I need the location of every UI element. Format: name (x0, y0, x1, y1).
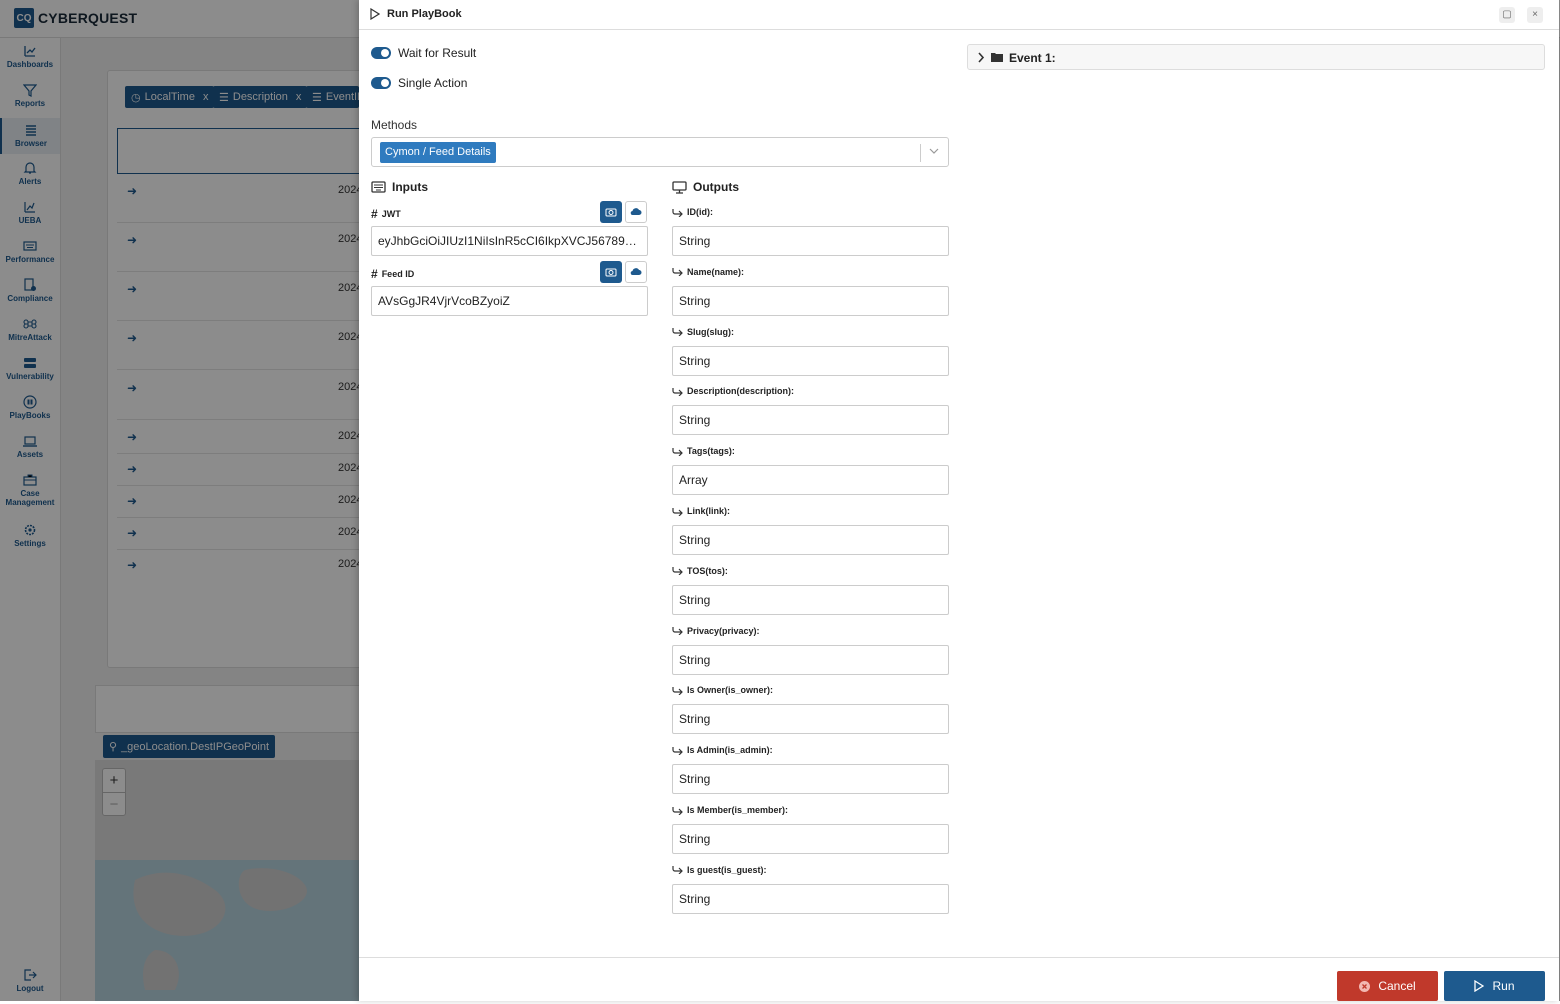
output-field[interactable]: String (672, 345, 949, 376)
capture-button[interactable] (600, 201, 622, 223)
feed-id-input[interactable]: AVsGgJR4VjrVcoBZyoiZ (371, 286, 648, 316)
run-label: Run (1492, 979, 1515, 993)
folder-icon (991, 53, 1003, 62)
link-icon (672, 268, 683, 277)
output-label: ID(id): (672, 207, 713, 217)
jwt-input[interactable]: eyJhbGciOiJIUzI1NiIsInR5cCI6IkpXVCJ56789… (371, 226, 648, 256)
run-playbook-dialog: Run PlayBook ▢ × Wait for Result Single … (359, 0, 1559, 1001)
hash-icon: # (371, 267, 378, 281)
output-label: Privacy(privacy): (672, 626, 760, 636)
event-1-accordion[interactable]: Event 1: (967, 44, 1545, 70)
output-field[interactable]: String (672, 644, 949, 675)
link-icon (672, 208, 683, 217)
output-label: Description(description): (672, 386, 794, 396)
chevron-down-icon[interactable] (928, 145, 940, 157)
output-field[interactable]: String (672, 226, 949, 256)
output-field[interactable]: String (672, 704, 949, 735)
input-label-jwt: # JWT (371, 207, 401, 221)
output-label: Is Member(is_member): (672, 805, 788, 815)
output-label-text: TOS(tos): (687, 565, 728, 576)
output-label-text: Tags(tags): (687, 446, 735, 457)
camera-icon (605, 208, 617, 217)
input-label-text: Feed ID (381, 269, 415, 279)
output-field[interactable]: String (672, 584, 949, 615)
input-label-text: JWT (381, 209, 401, 219)
inputs-header: Inputs (371, 180, 428, 194)
methods-select[interactable]: Cymon / Feed Details (371, 137, 949, 167)
output-label-text: Is Owner(is_owner): (687, 685, 774, 696)
output-label: TOS(tos): (672, 566, 728, 576)
link-icon (672, 328, 683, 337)
output-label-text: Link(link): (687, 506, 730, 516)
outputs-header: Outputs (672, 180, 739, 194)
output-label: Name(name): (672, 267, 744, 277)
link-icon (672, 746, 683, 755)
link-icon (672, 686, 683, 695)
output-label-text: Slug(slug): (687, 326, 734, 337)
dialog-header: Run PlayBook ▢ × (359, 0, 1559, 30)
dialog-footer: Cancel Run (359, 957, 1559, 1001)
run-button[interactable]: Run (1444, 971, 1545, 1001)
output-label: Link(link): (672, 506, 730, 516)
dialog-title: Run PlayBook (387, 8, 462, 20)
output-label: Is guest(is_guest): (672, 865, 767, 875)
output-field[interactable]: String (672, 525, 949, 555)
event-label: Event 1: (1009, 51, 1056, 65)
wait-for-result-toggle[interactable] (371, 47, 391, 59)
output-label-text: ID(id): (687, 207, 713, 217)
capture-button[interactable] (600, 261, 622, 283)
single-action-toggle[interactable] (371, 77, 391, 89)
monitor-icon (672, 180, 687, 194)
outputs-title: Outputs (693, 180, 739, 194)
chevron-right-icon[interactable] (977, 52, 985, 63)
cloud-icon (630, 268, 642, 276)
output-field[interactable]: String (672, 824, 949, 854)
link-icon (672, 567, 683, 576)
hash-icon: # (371, 207, 378, 221)
output-label-text: Is Member(is_member): (687, 805, 789, 815)
output-label-text: Is Admin(is_admin): (687, 745, 773, 756)
link-icon (672, 866, 683, 875)
cancel-label: Cancel (1378, 979, 1416, 993)
output-label: Slug(slug): (672, 327, 734, 337)
select-separator (920, 144, 921, 162)
output-label: Is Admin(is_admin): (672, 745, 773, 755)
output-label-text: Name(name): (687, 266, 745, 277)
close-button[interactable]: × (1527, 7, 1543, 23)
output-field[interactable]: String (672, 764, 949, 795)
cancel-button[interactable]: Cancel (1337, 971, 1438, 1001)
variable-button[interactable] (625, 201, 647, 223)
output-label: Tags(tags): (672, 446, 735, 456)
cloud-icon (630, 208, 642, 216)
input-label-feed-id: # Feed ID (371, 267, 414, 281)
single-action-label: Single Action (398, 76, 468, 90)
method-tag[interactable]: Cymon / Feed Details (380, 142, 496, 163)
output-field[interactable]: Array (672, 465, 949, 496)
output-label-text: Description(description): (687, 386, 795, 397)
link-icon (672, 806, 683, 815)
play-icon (1474, 980, 1485, 992)
variable-button[interactable] (625, 261, 647, 283)
play-icon (370, 8, 380, 20)
methods-label: Methods (371, 118, 418, 132)
keyboard-icon (371, 181, 386, 193)
output-label-text: Privacy(privacy): (687, 625, 760, 636)
maximize-button[interactable]: ▢ (1499, 7, 1515, 23)
link-icon (672, 627, 683, 636)
cancel-icon (1359, 980, 1371, 992)
link-icon (672, 387, 683, 396)
wait-for-result-label: Wait for Result (398, 46, 477, 60)
link-icon (672, 447, 683, 456)
output-label: Is Owner(is_owner): (672, 685, 773, 695)
output-field[interactable]: String (672, 285, 949, 316)
output-field[interactable]: String (672, 883, 949, 914)
output-field[interactable]: String (672, 405, 949, 436)
link-icon (672, 507, 683, 516)
camera-icon (605, 268, 617, 277)
inputs-title: Inputs (392, 180, 428, 194)
output-label-text: Is guest(is_guest): (687, 864, 767, 875)
